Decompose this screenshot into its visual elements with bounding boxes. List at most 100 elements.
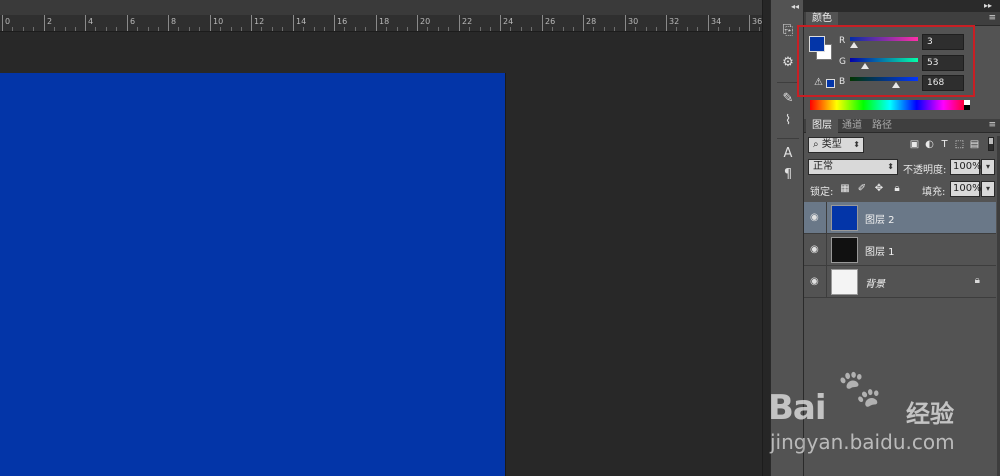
layer-row-layer-1[interactable]: ◉ 图层 1 [804,234,996,266]
ruler-tick-label: 12 [254,17,265,26]
color-spectrum-bar[interactable] [810,100,970,110]
ruler-tick-label: 34 [711,17,722,26]
ruler-tick-label: 4 [88,17,94,26]
panel-menu-icon[interactable]: ≡ [988,13,996,23]
eye-icon[interactable]: ◉ [810,276,819,287]
adjustment-filter-icon[interactable]: ◐ [923,138,936,151]
panel-menu-icon[interactable]: ≡ [988,120,996,130]
ruler-minor-tick [23,27,24,31]
tab-color[interactable]: 颜色 [806,12,838,26]
ruler-tick-label: 18 [379,17,390,26]
ruler-major-tick [127,15,128,31]
fill-field[interactable]: 100% [950,181,982,197]
ruler-tick-label: 0 [5,17,11,26]
lock-image-pixels-icon[interactable]: ✐ [856,183,868,195]
ruler-major-tick [666,15,667,31]
ruler-minor-tick [116,27,117,31]
ruler-minor-tick [427,27,428,31]
ruler-minor-tick [573,27,574,31]
paragraph-icon[interactable]: ¶ [779,166,797,184]
pixel-filter-icon[interactable]: ▣ [908,138,921,151]
filter-toggle-switch[interactable] [988,137,994,151]
lock-icon: 🔒︎ [974,275,980,286]
ruler-minor-tick [593,27,594,31]
brush-presets-icon[interactable]: ⌇ [779,112,797,130]
ruler-major-tick [85,15,86,31]
opacity-chevron-icon[interactable]: ▾ [981,159,995,175]
ruler-minor-tick [178,27,179,31]
fill-chevron-icon[interactable]: ▾ [981,181,995,197]
black-white-swatch[interactable] [964,100,970,110]
ruler-minor-tick [604,27,605,31]
ruler-minor-tick [386,27,387,31]
tab-paths[interactable]: 路径 [866,119,898,133]
ruler-major-tick [459,15,460,31]
tab-channels[interactable]: 通道 [836,119,868,133]
layer-row-background[interactable]: ◉ 背景 🔒︎ [804,266,996,298]
ruler-major-tick [583,15,584,31]
lock-transparent-pixels-icon[interactable]: ▦ [839,183,851,195]
smart-object-filter-icon[interactable]: ▤ [968,138,981,151]
ruler-major-tick [2,15,3,31]
properties-icon[interactable]: ⚙ [779,54,797,72]
ruler-minor-tick [397,27,398,31]
ruler-minor-tick [729,27,730,31]
shape-filter-icon[interactable]: ⬚ [953,138,966,151]
tab-layers[interactable]: 图层 [806,119,838,133]
opacity-field[interactable]: 100% [950,159,982,175]
ruler-minor-tick [407,27,408,31]
canvas-area[interactable] [0,33,762,476]
ruler-minor-tick [158,27,159,31]
ruler-tick-label: 20 [420,17,431,26]
lock-all-icon[interactable]: 🔒︎ [891,183,903,195]
brush-icon[interactable]: ✎ [779,90,797,108]
layer-thumbnail [831,205,858,231]
layer-name: 背景 [865,279,885,290]
collapse-arrows-icon[interactable]: ◂◂ [791,2,799,11]
filter-kind-dropdown[interactable]: ⌕ 类型 ⬍ [808,137,864,153]
collapse-arrows-icon[interactable]: ▸▸ [984,1,992,10]
ruler-minor-tick [106,27,107,31]
layer-name: 图层 1 [865,247,895,258]
ruler-minor-tick [480,27,481,31]
ruler-minor-tick [365,27,366,31]
ruler-minor-tick [759,27,760,31]
ruler-minor-tick [687,27,688,31]
ruler-minor-tick [469,27,470,31]
layer-row-layer-2[interactable]: ◉ 图层 2 [804,202,996,234]
ruler-minor-tick [531,27,532,31]
ruler-tick-label: 26 [545,17,556,26]
ruler-minor-tick [314,27,315,31]
ruler-minor-tick [697,27,698,31]
ruler-minor-tick [614,27,615,31]
ruler-major-tick [376,15,377,31]
ruler-minor-tick [241,27,242,31]
lock-position-icon[interactable]: ✥ [873,183,885,195]
ruler-minor-tick [521,27,522,31]
canvas-scrollbar[interactable] [762,0,770,476]
ruler-tick-label: 32 [669,17,680,26]
ruler-minor-tick [324,27,325,31]
eye-icon[interactable]: ◉ [810,212,819,223]
history-icon[interactable]: ⎘ [779,22,797,40]
ruler-major-tick [44,15,45,31]
ruler-tick-label: 2 [47,17,53,26]
ruler-minor-tick [65,27,66,31]
ruler-tick-label: 36 [752,17,763,26]
ruler-tick-label: 14 [296,17,307,26]
eye-icon[interactable]: ◉ [810,244,819,255]
ruler-tick-label: 16 [337,17,348,26]
ruler-minor-tick [189,27,190,31]
ruler-minor-tick [95,27,96,31]
ruler-minor-tick [552,27,553,31]
ruler-minor-tick [448,27,449,31]
ruler-minor-tick [231,27,232,31]
ruler-minor-tick [54,27,55,31]
ruler-minor-tick [148,27,149,31]
type-filter-icon[interactable]: T [938,138,951,151]
blend-mode-dropdown[interactable]: 正常 ⬍ [808,159,898,175]
character-icon[interactable]: A [779,145,797,163]
ruler-tick-label: 30 [628,17,639,26]
document-canvas[interactable] [0,73,506,476]
ruler-tick-label: 6 [130,17,136,26]
